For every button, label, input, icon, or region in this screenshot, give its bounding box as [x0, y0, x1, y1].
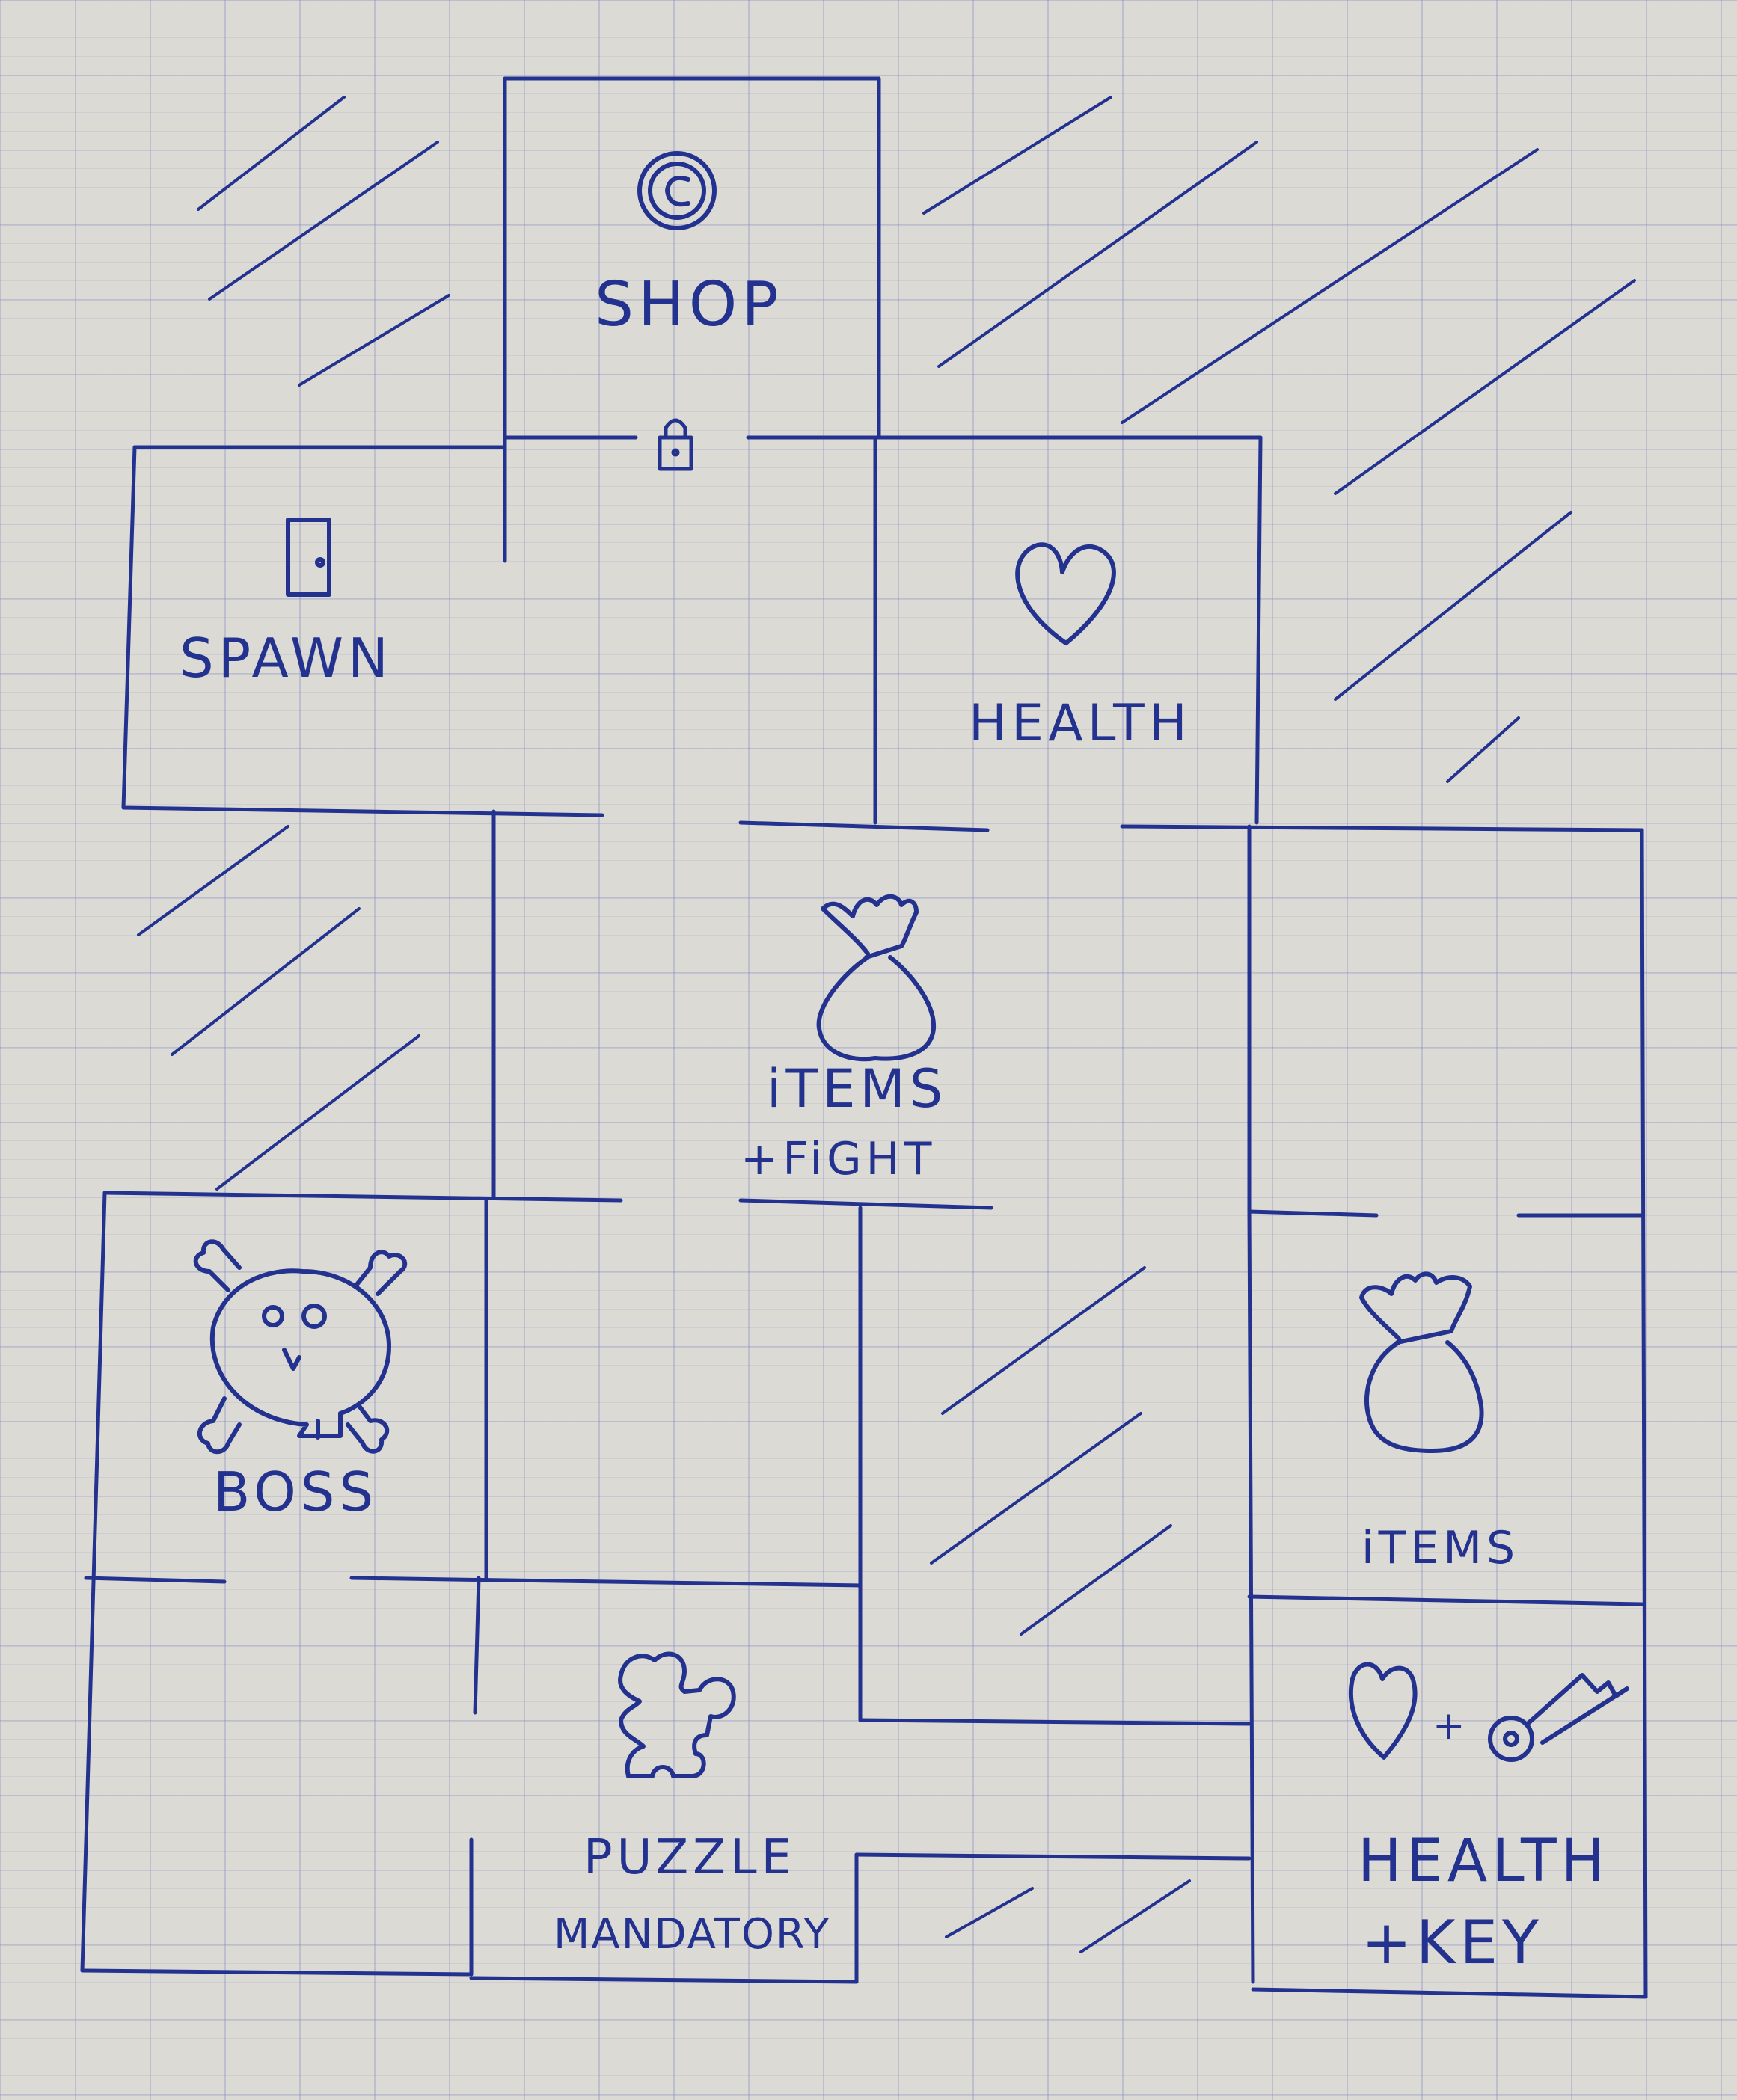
loot-bag-icon [816, 894, 937, 1062]
room-items[interactable]: iTEMS [1359, 1271, 1519, 1574]
dungeon-map: SHOP SPAWN HEALTH iTEMS +FiGHT BOSS iTEM… [80, 76, 1648, 1999]
room-label-fight: +FiGHT [741, 1133, 936, 1185]
room-spawn[interactable]: SPAWN [180, 518, 393, 690]
room-label-mandatory: MANDATORY [554, 1910, 830, 1959]
room-label-items: iTEMS [767, 1058, 947, 1120]
skull-crossbones-icon [193, 1239, 408, 1455]
room-label-health-key: HEALTH [1358, 1828, 1609, 1895]
heart-icon [1015, 542, 1116, 645]
graph-paper-sheet: SHOP SPAWN HEALTH iTEMS +FiGHT BOSS iTEM… [0, 0, 1737, 2100]
padlock-icon[interactable] [658, 418, 693, 471]
room-shop[interactable]: SHOP [595, 151, 783, 340]
puzzle-piece-icon [618, 1651, 736, 1778]
plus-sign: + [1433, 1704, 1470, 1749]
room-label-key: +KEY [1361, 1908, 1543, 1977]
room-label-items-right: iTEMS [1361, 1522, 1519, 1574]
room-label-boss: BOSS [213, 1461, 378, 1523]
coin-icon [637, 151, 717, 230]
room-label-puzzle: PUZZLE [583, 1830, 796, 1885]
room-puzzle[interactable]: PUZZLE MANDATORY [554, 1651, 830, 1959]
room-health[interactable]: HEALTH [969, 542, 1192, 753]
room-label-health: HEALTH [969, 694, 1192, 753]
room-label-shop: SHOP [595, 269, 783, 340]
door-icon [286, 518, 331, 597]
loot-bag-icon [1359, 1271, 1484, 1453]
room-health-key[interactable]: + HEALTH +KEY [1348, 1662, 1629, 1977]
room-boss[interactable]: BOSS [193, 1239, 408, 1523]
key-icon [1488, 1673, 1629, 1762]
room-items-fight[interactable]: iTEMS +FiGHT [741, 894, 947, 1185]
heart-icon [1348, 1662, 1418, 1760]
room-label-spawn: SPAWN [180, 627, 393, 690]
